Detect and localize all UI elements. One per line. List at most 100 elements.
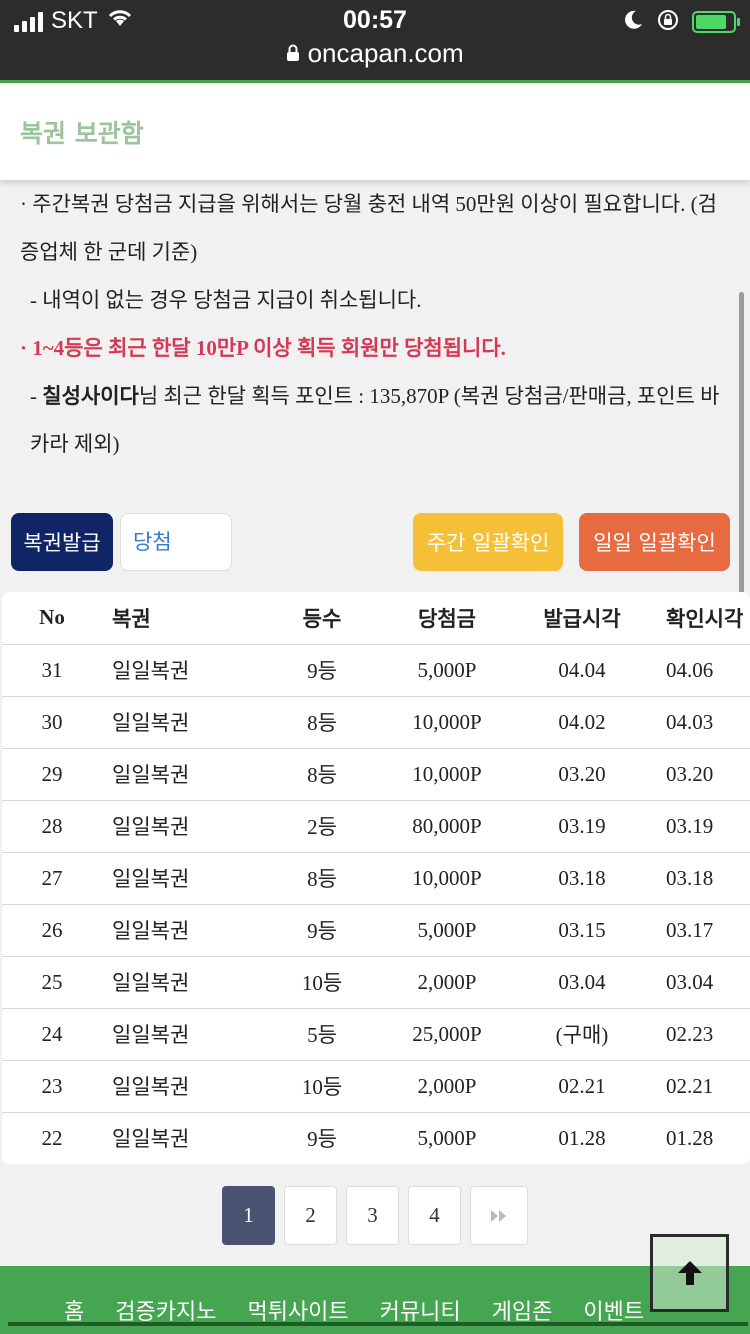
lock-icon bbox=[286, 38, 307, 68]
filter-select[interactable]: 당첨 bbox=[120, 513, 232, 571]
cell-no: 30 bbox=[41, 709, 63, 734]
cell-checked: 02.23 bbox=[666, 1021, 714, 1046]
cell-issued: 03.18 bbox=[558, 865, 606, 890]
col-header-issued: 발급시각 bbox=[543, 606, 621, 631]
cell-checked: 02.21 bbox=[666, 1073, 714, 1098]
table-row[interactable]: 29 일일복권 8등 10,000P 03.20 03.20 bbox=[2, 748, 750, 800]
cell-prize: 2,000P bbox=[417, 1073, 477, 1098]
user-name: 칠성사이다 bbox=[42, 384, 139, 408]
cell-no: 27 bbox=[41, 865, 63, 890]
cell-issued: 04.04 bbox=[558, 657, 606, 682]
cell-issued: (구매) bbox=[555, 1023, 609, 1047]
notice-line-winners: · 1~4등은 최근 한달 10만P 이상 획득 회원만 당첨됩니다. bbox=[20, 336, 506, 360]
cell-checked: 04.06 bbox=[666, 657, 714, 682]
cell-rank: 9등 bbox=[307, 659, 337, 683]
cell-prize: 5,000P bbox=[417, 1125, 477, 1150]
notice-line-points: - 칠성사이다님 최근 한달 획득 포인트 : 135,870P (복권 당첨금… bbox=[30, 384, 720, 456]
table-row[interactable]: 25 일일복권 10등 2,000P 03.04 03.04 bbox=[2, 956, 750, 1008]
col-header-lottery: 복권 bbox=[112, 606, 151, 631]
back-to-top-button[interactable] bbox=[650, 1234, 729, 1312]
cell-rank: 9등 bbox=[307, 919, 337, 943]
notice-line-charge: · 주간복권 당첨금 지급을 위해서는 당월 충전 내역 50만원 이상이 필요… bbox=[20, 192, 717, 264]
cell-prize: 5,000P bbox=[417, 917, 477, 942]
table-row[interactable]: 27 일일복권 8등 10,000P 03.18 03.18 bbox=[2, 852, 750, 904]
divider bbox=[0, 80, 750, 83]
cell-prize: 5,000P bbox=[417, 657, 477, 682]
cell-rank: 2등 bbox=[307, 815, 337, 839]
cell-rank: 8등 bbox=[307, 867, 337, 891]
arrow-up-icon bbox=[677, 1261, 702, 1285]
cell-issued: 03.20 bbox=[558, 761, 606, 786]
page-4-button[interactable]: 4 bbox=[408, 1186, 461, 1245]
cell-checked: 01.28 bbox=[666, 1125, 714, 1150]
weekly-bulk-check-button[interactable]: 주간 일괄확인 bbox=[413, 513, 563, 571]
col-header-checked: 확인시각 bbox=[666, 606, 744, 631]
table-row[interactable]: 23 일일복권 10등 2,000P 02.21 02.21 bbox=[2, 1060, 750, 1112]
issue-lottery-button[interactable]: 복권발급 bbox=[11, 513, 113, 571]
address-bar[interactable]: oncapan.com bbox=[0, 38, 750, 69]
page-3-button[interactable]: 3 bbox=[346, 1186, 399, 1245]
cell-no: 28 bbox=[41, 813, 63, 838]
table-row[interactable]: 31 일일복권 9등 5,000P 04.04 04.06 bbox=[2, 644, 750, 696]
cell-issued: 03.19 bbox=[558, 813, 606, 838]
cell-checked: 03.18 bbox=[666, 865, 714, 890]
cell-rank: 8등 bbox=[307, 763, 337, 787]
status-icons bbox=[622, 8, 740, 36]
cell-checked: 03.20 bbox=[666, 761, 714, 786]
double-chevron-right-icon bbox=[491, 1209, 506, 1222]
table-row[interactable]: 24 일일복권 5등 25,000P (구매) 02.23 bbox=[2, 1008, 750, 1060]
cell-prize: 25,000P bbox=[412, 1021, 482, 1046]
page-2-button[interactable]: 2 bbox=[284, 1186, 337, 1245]
cell-prize: 10,000P bbox=[412, 761, 482, 786]
cell-prize: 10,000P bbox=[412, 709, 482, 734]
cell-no: 22 bbox=[41, 1125, 63, 1150]
cell-lottery: 일일복권 bbox=[112, 1075, 190, 1099]
page-header: 복권 보관함 bbox=[0, 84, 750, 180]
cell-lottery: 일일복권 bbox=[112, 1023, 190, 1047]
status-bar: SKT 00:57 oncapan.com bbox=[0, 0, 750, 82]
cell-prize: 10,000P bbox=[412, 865, 482, 890]
notice-block: · 주간복권 당첨금 지급을 위해서는 당월 충전 내역 50만원 이상이 필요… bbox=[20, 180, 730, 468]
col-header-prize: 당첨금 bbox=[418, 606, 476, 631]
cell-rank: 5등 bbox=[307, 1023, 337, 1047]
cell-rank: 10등 bbox=[301, 971, 343, 995]
page-title: 복권 보관함 bbox=[20, 119, 144, 148]
next-page-button[interactable] bbox=[470, 1186, 528, 1245]
col-header-no: No bbox=[39, 605, 65, 630]
cell-checked: 03.04 bbox=[666, 969, 714, 994]
cell-no: 26 bbox=[41, 917, 63, 942]
lottery-table: No 복권 등수 당첨금 발급시각 확인시각 31 일일복권 9등 5,000P 04.… bbox=[2, 592, 750, 1164]
cell-lottery: 일일복권 bbox=[112, 763, 190, 787]
cell-prize: 2,000P bbox=[417, 969, 477, 994]
cell-prize: 80,000P bbox=[412, 813, 482, 838]
cell-rank: 9등 bbox=[307, 1127, 337, 1152]
cell-lottery: 일일복권 bbox=[112, 1127, 190, 1152]
cell-issued: 03.04 bbox=[558, 969, 606, 994]
table-row[interactable]: 30 일일복권 8등 10,000P 04.02 04.03 bbox=[2, 696, 750, 748]
table-row[interactable]: 26 일일복권 9등 5,000P 03.15 03.17 bbox=[2, 904, 750, 956]
table-row[interactable]: 22 일일복권 9등 5,000P 01.28 01.28 bbox=[2, 1112, 750, 1164]
cell-no: 29 bbox=[41, 761, 63, 786]
notice-line-cancel: - 내역이 없는 경우 당첨금 지급이 취소됩니다. bbox=[30, 288, 422, 312]
cell-lottery: 일일복권 bbox=[112, 867, 190, 891]
table-row[interactable]: 28 일일복권 2등 80,000P 03.19 03.19 bbox=[2, 800, 750, 852]
page-1-button[interactable]: 1 bbox=[222, 1186, 275, 1245]
cell-lottery: 일일복권 bbox=[112, 711, 190, 735]
cell-issued: 03.15 bbox=[558, 917, 606, 942]
cell-rank: 10등 bbox=[301, 1075, 343, 1099]
cell-lottery: 일일복권 bbox=[112, 919, 190, 943]
cell-no: 23 bbox=[41, 1073, 63, 1098]
cell-rank: 8등 bbox=[307, 711, 337, 735]
cell-no: 31 bbox=[41, 657, 63, 682]
daily-bulk-check-button[interactable]: 일일 일괄확인 bbox=[579, 513, 730, 571]
table-header-row: No 복권 등수 당첨금 발급시각 확인시각 bbox=[2, 592, 750, 644]
cell-issued: 01.28 bbox=[558, 1125, 606, 1150]
moon-icon bbox=[622, 9, 644, 35]
cell-issued: 04.02 bbox=[558, 709, 606, 734]
cell-issued: 02.21 bbox=[558, 1073, 606, 1098]
cell-checked: 03.17 bbox=[666, 917, 714, 942]
cell-lottery: 일일복권 bbox=[112, 815, 190, 839]
nav-scroll-indicator bbox=[8, 1322, 748, 1326]
cell-no: 25 bbox=[41, 969, 63, 994]
col-header-rank: 등수 bbox=[302, 606, 342, 631]
